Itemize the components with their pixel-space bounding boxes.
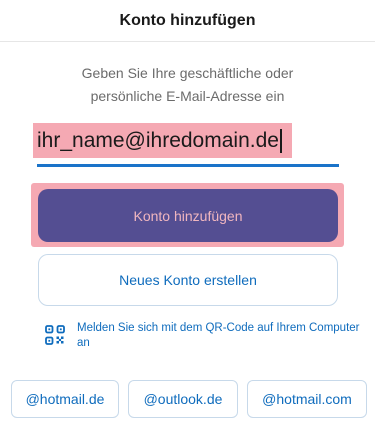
email-field[interactable]: ihr_name@ihredomain.de xyxy=(33,123,339,167)
qr-sign-in-text: Melden Sie sich mit dem QR-Code auf Ihre… xyxy=(77,322,360,349)
email-text: ihr_name@ihredomain.de xyxy=(37,129,279,152)
instructions-line-2: persönliche E-Mail-Adresse ein xyxy=(90,88,285,104)
instructions-line-1: Geben Sie Ihre geschäftliche oder xyxy=(81,65,294,81)
create-account-button[interactable]: Neues Konto erstellen xyxy=(38,254,338,306)
instructions-text: Geben Sie Ihre geschäftliche oder persön… xyxy=(40,62,335,108)
domain-suggestion-hotmail-de[interactable]: @hotmail.de xyxy=(11,380,119,418)
header-bar: Konto hinzufügen xyxy=(0,0,375,42)
domain-suggestion-outlook-de[interactable]: @outlook.de xyxy=(128,380,238,418)
domain-suggestion-hotmail-com[interactable]: @hotmail.com xyxy=(247,380,367,418)
text-cursor xyxy=(279,129,282,154)
qr-code-icon xyxy=(45,325,65,345)
qr-sign-in-link[interactable]: Melden Sie sich mit dem QR-Code auf Ihre… xyxy=(45,321,360,353)
add-account-button[interactable]: Konto hinzufügen xyxy=(38,189,338,242)
email-field-value[interactable]: ihr_name@ihredomain.de xyxy=(33,123,292,158)
page-title: Konto hinzufügen xyxy=(119,11,256,29)
